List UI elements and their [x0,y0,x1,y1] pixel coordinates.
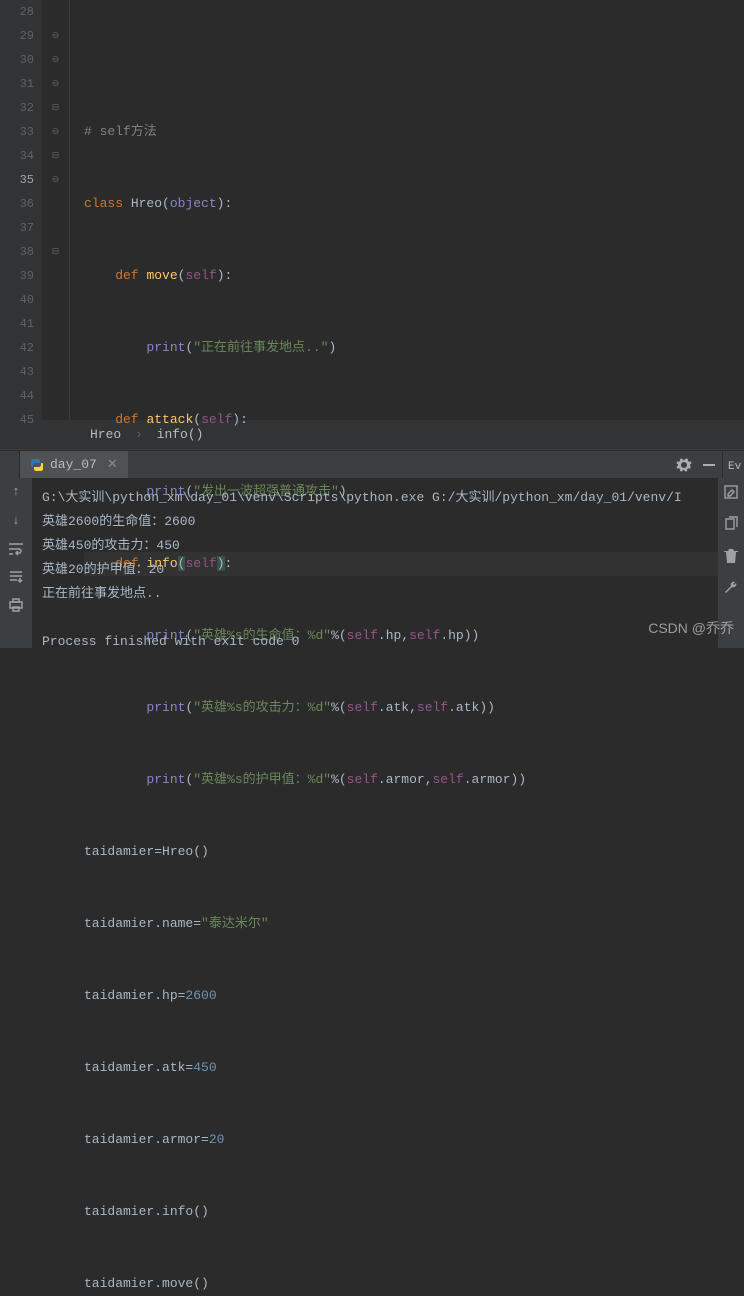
left-tool-strip [0,451,20,478]
soft-wrap-icon[interactable] [8,542,24,556]
line-num: 32 [0,96,34,120]
line-num: 36 [0,192,34,216]
watermark: CSDN @乔乔 [648,618,734,638]
line-num: 29 [0,24,34,48]
line-num: 42 [0,336,34,360]
copy-icon[interactable] [723,516,739,532]
fold-column: ⊖ ⊖ ⊖ ⊟ ⊖ ⊟ ⊖ ⊟ [42,0,70,420]
line-num: 30 [0,48,34,72]
console-toolbar: ↑ ↓ [0,478,32,648]
breadcrumb-sep-icon: › [135,427,143,442]
fold-end-icon[interactable]: ⊟ [42,144,69,168]
fold-marker-icon[interactable]: ⊖ [42,24,69,48]
line-num: 37 [0,216,34,240]
down-arrow-icon[interactable]: ↓ [12,513,20,528]
event-log-tab[interactable]: Ev [723,456,744,478]
overflow-column: Ev [722,451,744,478]
scroll-to-end-icon[interactable] [8,570,24,584]
fold-marker-icon[interactable]: ⊖ [42,72,69,96]
line-num: 31 [0,72,34,96]
line-num: 41 [0,312,34,336]
line-num: 38 [0,240,34,264]
line-num: 40 [0,288,34,312]
line-num: 39 [0,264,34,288]
up-arrow-icon[interactable]: ↑ [12,484,20,499]
console-output[interactable]: G:\大实训\python_xm\day_01\venv\Scripts\pyt… [32,478,718,648]
trash-icon[interactable] [724,548,738,564]
line-num: 43 [0,360,34,384]
breadcrumb-class[interactable]: Hreo [90,427,121,442]
fold-marker-icon[interactable]: ⊖ [42,120,69,144]
code-content[interactable]: # self方法 class Hreo(object): def move(se… [70,0,744,420]
line-num: 45 [0,408,34,432]
run-tab-label: day_07 [50,457,97,472]
minimize-icon[interactable] [702,458,716,472]
run-tab[interactable]: day_07 ✕ [20,451,128,478]
wrench-icon[interactable] [723,580,739,596]
console-panel: ↑ ↓ G:\大实训\python_xm\day_01\venv\Scripts… [0,478,744,648]
gear-icon[interactable] [676,457,692,473]
close-icon[interactable]: ✕ [107,457,118,472]
editor-area: 28 29 30 31 32 33 34 35 36 37 38 39 40 4… [0,0,744,420]
fold-marker-icon[interactable]: ⊖ [42,168,69,192]
edit-source-icon[interactable] [723,484,739,500]
print-icon[interactable] [8,598,24,612]
line-num: 34 [0,144,34,168]
line-num: 33 [0,120,34,144]
python-file-icon [30,458,44,472]
line-num-active: 35 [0,168,34,192]
fold-end-icon[interactable]: ⊟ [42,96,69,120]
line-num: 28 [0,0,34,24]
fold-end-icon[interactable]: ⊟ [42,240,69,264]
fold-marker-icon[interactable]: ⊖ [42,48,69,72]
breadcrumb-function[interactable]: info() [157,427,204,442]
line-num: 44 [0,384,34,408]
line-number-gutter: 28 29 30 31 32 33 34 35 36 37 38 39 40 4… [0,0,42,420]
